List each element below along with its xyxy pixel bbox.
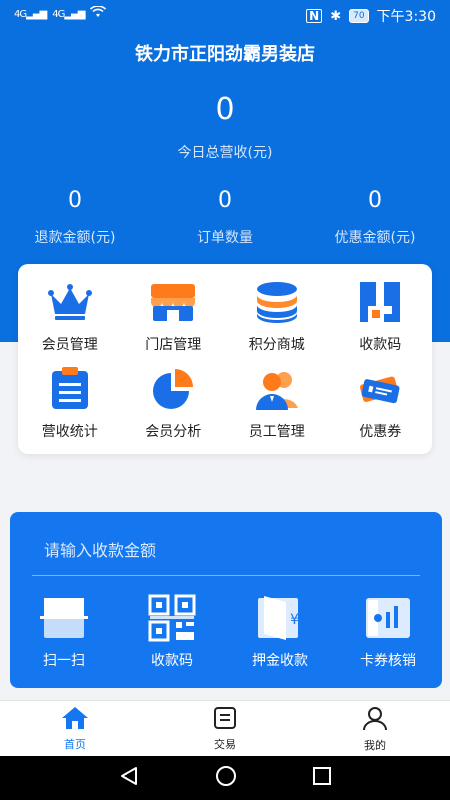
profile-icon <box>362 705 388 735</box>
total-revenue-value: 0 <box>215 92 235 127</box>
payment-card: 扫一扫 收款码 ¥ 押金收款 卡券核销 <box>10 512 442 688</box>
deposit-icon: ¥ <box>254 592 306 644</box>
tab-home[interactable]: 首页 <box>0 701 150 756</box>
nfc-icon: N <box>306 9 323 23</box>
menu-item-points-mall[interactable]: 积分商城 <box>225 272 329 359</box>
home-icon <box>61 706 89 734</box>
coupon-icon <box>356 365 404 413</box>
deposit-button[interactable]: ¥ 押金收款 <box>226 592 334 670</box>
menu-item-member-analysis[interactable]: 会员分析 <box>122 359 226 446</box>
stat-refund: 0 退款金额(元) <box>34 188 116 246</box>
menu-item-member-management[interactable]: 会员管理 <box>18 272 122 359</box>
menu-item-payment-code[interactable]: 收款码 <box>329 272 433 359</box>
stats-row: 0 退款金额(元) 0 订单数量 0 优惠金额(元) <box>0 188 450 247</box>
status-bar: 4G▂▄▆ 4G▂▄▆ N ✱ 70 下午3:30 <box>0 0 450 28</box>
wifi-icon <box>90 5 107 22</box>
ticket-icon <box>362 592 414 644</box>
voucher-redeem-button[interactable]: 卡券核销 <box>334 592 442 670</box>
bottom-tab-bar: 首页 交易 我的 <box>0 700 450 756</box>
signal-icon-2: 4G▂▄▆ <box>52 8 85 20</box>
total-revenue-label: 今日总营收(元) <box>177 145 273 161</box>
qr-code-icon <box>146 592 198 644</box>
signal-icon: 4G▂▄▆ <box>14 8 47 20</box>
users-icon <box>253 365 301 413</box>
payment-actions: 扫一扫 收款码 ¥ 押金收款 卡券核销 <box>10 592 442 670</box>
qr-code-button[interactable]: 收款码 <box>118 592 226 670</box>
menu-item-coupon[interactable]: 优惠券 <box>329 359 433 446</box>
status-time: 下午3:30 <box>376 9 436 25</box>
tab-profile[interactable]: 我的 <box>300 701 450 756</box>
tab-transactions[interactable]: 交易 <box>150 701 300 756</box>
home-circle-icon[interactable] <box>215 765 237 791</box>
stat-orders: 0 订单数量 <box>197 188 253 246</box>
pie-chart-icon <box>149 365 197 413</box>
bluetooth-icon: ✱ <box>330 8 342 24</box>
store-icon <box>149 278 197 326</box>
scan-button[interactable]: 扫一扫 <box>10 592 118 670</box>
back-icon[interactable] <box>118 765 140 791</box>
clipboard-icon <box>46 365 94 413</box>
amount-input[interactable] <box>32 526 420 576</box>
menu-item-staff-management[interactable]: 员工管理 <box>225 359 329 446</box>
battery-icon: 70 <box>349 9 369 23</box>
crown-icon <box>46 278 94 326</box>
menu-grid: 会员管理 门店管理 积分商城 收款码 营收统计 会员分析 员工管理 优惠券 <box>18 264 432 454</box>
system-nav-bar <box>0 756 450 800</box>
scan-icon <box>38 592 90 644</box>
store-name: 铁力市正阳劲霸男装店 <box>135 44 315 65</box>
payment-code-icon <box>356 278 404 326</box>
coins-icon <box>253 278 301 326</box>
menu-item-store-management[interactable]: 门店管理 <box>122 272 226 359</box>
transaction-icon <box>213 706 237 734</box>
stat-discount: 0 优惠金额(元) <box>334 188 416 246</box>
recent-apps-icon[interactable] <box>312 766 332 790</box>
menu-item-revenue-stats[interactable]: 营收统计 <box>18 359 122 446</box>
svg-text:¥: ¥ <box>290 612 299 628</box>
